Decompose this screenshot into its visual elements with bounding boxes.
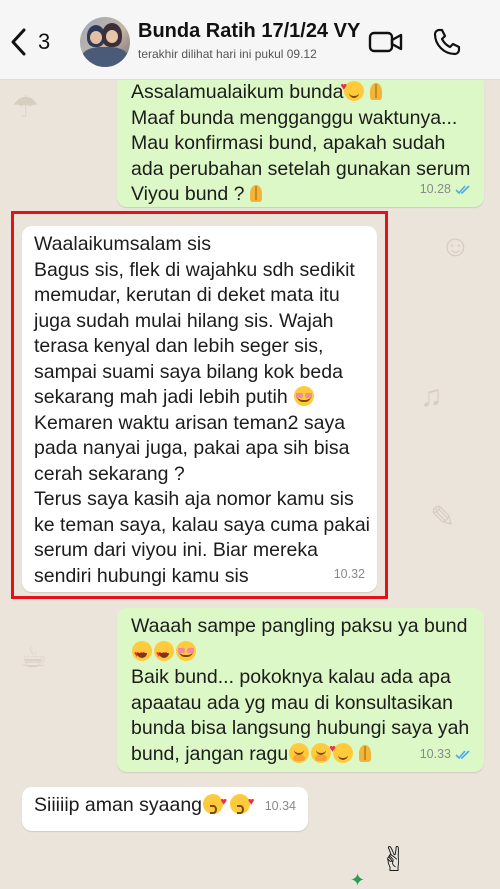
message-text: memudar, kerutan di deket mata itu <box>34 284 340 306</box>
message-incoming[interactable]: Waalaikumsalam sis Bagus sis, flek di wa… <box>22 226 377 592</box>
message-meta: 10.33 <box>420 742 472 768</box>
wallpaper-doodle: ✦ <box>350 870 366 889</box>
back-button[interactable]: 3 <box>10 26 50 58</box>
message-text: sekarang mah jadi lebih putih <box>34 386 288 408</box>
message-text: Bagus sis, flek di wajahku sdh sedikit <box>34 258 355 281</box>
video-camera-icon[interactable] <box>368 30 404 54</box>
message-meta: 10.34 <box>265 794 296 820</box>
heart-eyes-icon <box>154 640 174 667</box>
avatar[interactable] <box>80 17 130 67</box>
wallpaper-doodle: ✌ <box>380 841 409 879</box>
message-text: serum dari viyou ini. Biar mereka <box>34 539 318 561</box>
message-time: 10.33 <box>419 746 451 761</box>
message-text: Waalaikumsalam sis <box>34 233 211 255</box>
folded-hands-icon <box>246 183 266 203</box>
message-text: Kemaren waktu arisan teman2 saya <box>34 411 346 434</box>
contact-name[interactable]: Bunda Ratih 17/1/24 VY <box>138 20 360 43</box>
message-text: Assalamualaikum bunda <box>131 81 344 103</box>
kissing-face-icon <box>203 790 227 816</box>
wallpaper-doodle: ☕ <box>20 641 47 674</box>
message-text: bund, jangan ragu <box>131 742 289 765</box>
message-time: 10.28 <box>419 181 451 196</box>
double-check-icon <box>455 185 470 194</box>
message-text: bunda bisa langsung hubungi saya yah <box>131 717 470 739</box>
message-text: sendiri hubungi kamu sis <box>34 564 249 587</box>
folded-hands-icon <box>366 81 386 101</box>
grinning-face-icon <box>176 640 196 661</box>
message-text: terasa kenyal dan lebih seger sis, <box>34 335 324 357</box>
kissing-face-icon <box>230 790 254 816</box>
unread-count: 3 <box>38 29 51 54</box>
smiling-face-hearts-icon <box>329 737 354 763</box>
wallpaper-doodle: ✎ <box>430 501 456 534</box>
message-text: juga sudah mulai hilang sis. Wajah <box>34 309 334 332</box>
message-outgoing[interactable]: Assalamualaikum bunda Maaf bunda menggan… <box>117 80 484 207</box>
message-time: 10.34 <box>264 798 296 813</box>
chevron-left-icon <box>11 28 26 56</box>
folded-hands-icon <box>355 743 375 763</box>
message-text: apaatau ada yg mau di konsultasikan <box>131 691 453 714</box>
message-text: Terus saya kasih aja nomor kamu sis <box>34 488 354 510</box>
message-text: cerah sekarang ? <box>34 462 185 485</box>
smiling-face-hearts-icon <box>340 80 365 101</box>
message-text: Viyou bund ? <box>131 183 245 205</box>
chat-area[interactable]: ☂ ☺ ♫ ✎ ☕ ✌ ✦ Assalamualaikum bunda Maaf… <box>0 80 500 889</box>
last-seen-status: terakhir dilihat hari ini pukul 09.12 <box>138 47 317 61</box>
grinning-face-icon <box>294 386 315 406</box>
message-text: Siiiiip aman syaang <box>34 794 203 816</box>
wallpaper-doodle: ☺ <box>440 230 471 263</box>
message-meta: 10.32 <box>334 562 365 588</box>
wallpaper-doodle: ♫ <box>420 380 443 413</box>
message-text: Waaah sampe pangling paksu ya bund <box>131 615 468 637</box>
hugging-face-icon <box>289 742 310 763</box>
message-text: pada nanyai juga, pakai apa sih bisa <box>34 437 350 459</box>
message-outgoing[interactable]: Waaah sampe pangling paksu ya bund Baik … <box>117 608 484 772</box>
message-text: ke teman saya, kalau saya cuma pakai <box>34 513 371 536</box>
message-incoming[interactable]: Siiiiip aman syaang 10.34 <box>22 787 308 831</box>
wallpaper-doodle: ☂ <box>12 91 39 124</box>
message-text: Baik bund... pokoknya kalau ada apa <box>131 666 451 688</box>
message-text: Mau konfirmasi bund, apakah sudah <box>131 132 446 154</box>
heart-eyes-icon <box>132 640 152 667</box>
phone-icon[interactable] <box>432 27 462 57</box>
message-text: Maaf bunda mengganggu waktunya... <box>131 106 458 129</box>
double-check-icon <box>455 750 470 759</box>
message-time: 10.32 <box>333 566 365 581</box>
chat-header: 3 Bunda Ratih 17/1/24 VY terakhir diliha… <box>0 0 500 80</box>
hugging-face-icon <box>311 742 332 763</box>
message-text: sampai suami saya bilang kok beda <box>34 360 343 383</box>
message-meta: 10.28 <box>420 177 472 203</box>
